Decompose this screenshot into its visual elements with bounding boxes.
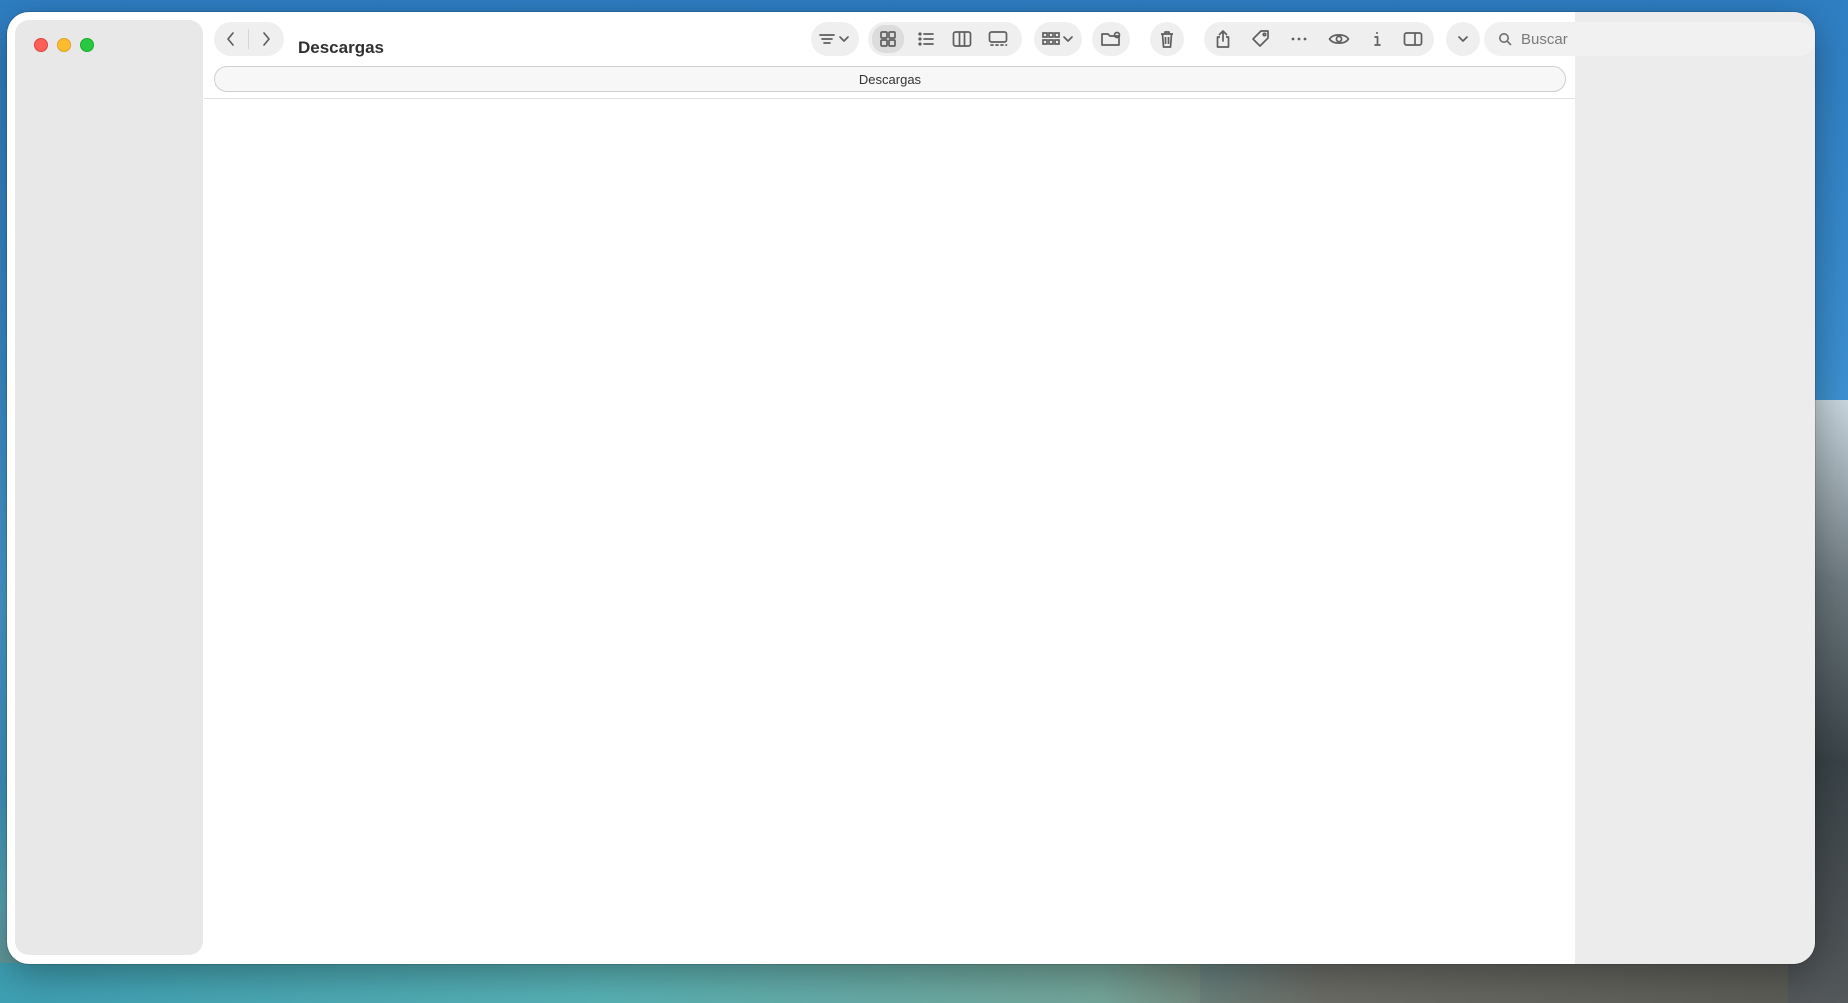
toggle-preview-pane-button[interactable] (1394, 22, 1432, 56)
chevron-left-icon (227, 32, 234, 46)
toolbar: Descargas Buscar (7, 12, 1815, 72)
toolbar-overflow-button[interactable] (1446, 22, 1480, 56)
sort-menu-button[interactable] (811, 22, 859, 56)
search-field[interactable]: Buscar (1484, 22, 1815, 56)
eye-icon (1328, 34, 1350, 44)
ellipsis-icon (1291, 37, 1307, 41)
gallery-icon (988, 31, 1008, 46)
forward-button[interactable] (249, 22, 283, 56)
icon-view-button[interactable] (872, 25, 904, 53)
tag-icon (1252, 30, 1269, 47)
group-grid-icon (1042, 32, 1073, 45)
desktop-wallpaper-water (0, 963, 1200, 1003)
inspector-panel (1575, 12, 1815, 964)
column-view-button[interactable] (944, 22, 980, 56)
file-browser-area[interactable] (204, 99, 1575, 964)
grid-icon (880, 31, 896, 47)
share-icon (1216, 30, 1230, 48)
columns-icon (952, 31, 972, 47)
window-title: Descargas (298, 38, 385, 57)
view-switcher (868, 22, 1022, 56)
desktop-wallpaper-rocks (1100, 963, 1848, 1003)
navigation-buttons (214, 22, 284, 56)
search-placeholder: Buscar (1521, 30, 1568, 48)
info-icon (1374, 32, 1381, 46)
tag-button[interactable] (1242, 22, 1280, 56)
new-folder-button[interactable] (1092, 22, 1130, 56)
get-info-button[interactable] (1360, 22, 1394, 56)
more-button[interactable] (1280, 22, 1318, 56)
new-folder-icon (1101, 31, 1121, 46)
quick-look-button[interactable] (1318, 22, 1360, 56)
gallery-view-button[interactable] (980, 22, 1016, 56)
group-menu-button[interactable] (1034, 22, 1082, 56)
path-segment[interactable]: Descargas (859, 72, 921, 87)
back-button[interactable] (214, 22, 248, 56)
chevron-down-icon (1458, 36, 1468, 42)
list-icon (918, 32, 934, 46)
actions-toolbar (1204, 22, 1434, 56)
sidebar (15, 20, 203, 955)
sidebar-right-icon (1403, 32, 1423, 46)
path-bar[interactable]: Descargas (214, 66, 1566, 92)
share-button[interactable] (1204, 22, 1242, 56)
chevron-right-icon (263, 32, 270, 46)
list-sort-icon (819, 34, 849, 44)
trash-button[interactable] (1150, 22, 1184, 56)
finder-window: Descargas Buscar Descargas (7, 12, 1815, 964)
trash-icon (1161, 31, 1173, 48)
search-icon (1499, 33, 1512, 46)
list-view-button[interactable] (908, 22, 944, 56)
